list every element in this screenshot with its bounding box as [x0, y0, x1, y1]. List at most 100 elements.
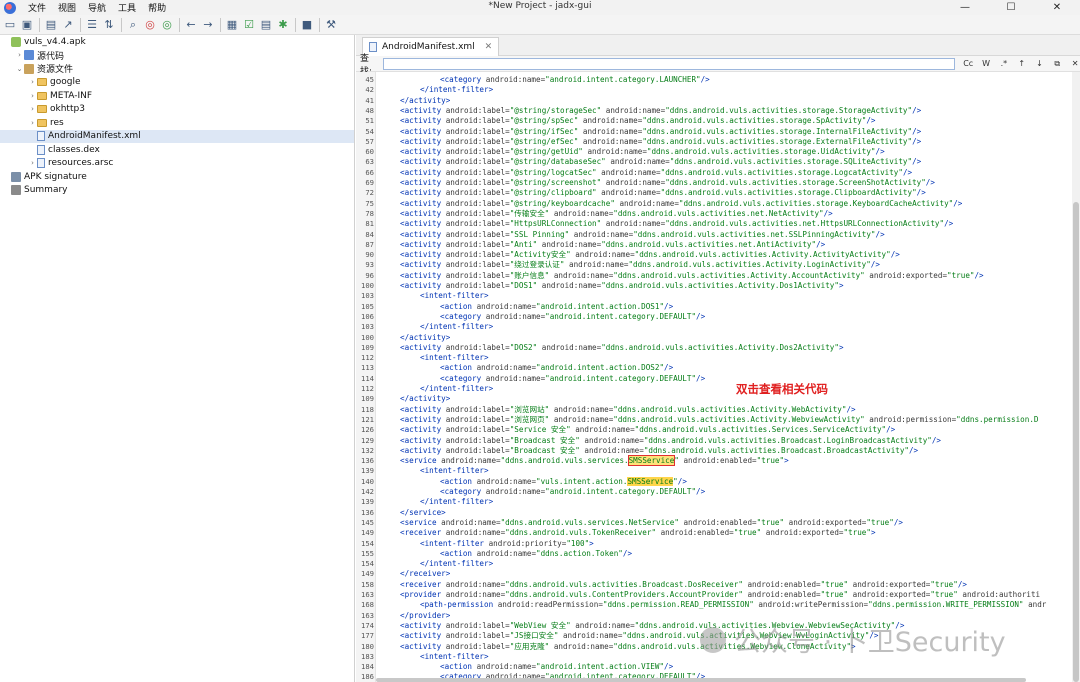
- highlighted-smsservice[interactable]: SMSService: [627, 455, 676, 467]
- menu-tools[interactable]: 工具: [118, 1, 136, 14]
- close-window-button[interactable]: ✕: [1034, 0, 1080, 15]
- preferences-icon[interactable]: ⚒: [324, 18, 338, 32]
- code-line[interactable]: <receiver android:name="ddns.android.vul…: [380, 528, 876, 538]
- code-line[interactable]: <activity android:label="Anti" android:n…: [380, 240, 825, 250]
- quark-icon[interactable]: ▦: [225, 18, 239, 32]
- code-editor[interactable]: 45 42 41 48 51 54 57 60 63 66 69 72 75 78 81 84 87 90 93 96…: [356, 72, 1072, 682]
- tab-androidmanifest[interactable]: AndroidManifest.xml ✕: [362, 37, 500, 56]
- code-line[interactable]: </service>: [380, 508, 446, 518]
- code-line[interactable]: <activity android:label="Broadcast 安全" a…: [380, 446, 918, 456]
- code-line[interactable]: <activity android:label="@string/keyboar…: [380, 199, 962, 209]
- code-line[interactable]: <action android:name="vuls.intent.action…: [380, 476, 687, 487]
- code-line[interactable]: <category android:name="android.intent.c…: [380, 487, 705, 497]
- code-line[interactable]: <action android:name="android.intent.act…: [380, 302, 673, 312]
- code-line[interactable]: <service android:name="ddns.android.vuls…: [380, 455, 789, 467]
- code-line[interactable]: <intent-filter>: [380, 353, 489, 363]
- expand-chevron-icon[interactable]: ›: [28, 92, 37, 100]
- vertical-scrollbar-thumb[interactable]: [1073, 202, 1079, 682]
- open-folder-icon[interactable]: ▭: [3, 18, 17, 32]
- code-line[interactable]: <category android:name="android.intent.c…: [380, 75, 710, 85]
- expand-chevron-icon[interactable]: ›: [28, 105, 37, 113]
- whole-word-toggle[interactable]: W: [981, 59, 991, 68]
- horizontal-scrollbar[interactable]: [376, 678, 1026, 682]
- search-input[interactable]: [382, 57, 956, 70]
- tree-item[interactable]: Summary: [0, 184, 354, 198]
- code-line[interactable]: <activity android:label="@string/storage…: [380, 106, 921, 116]
- menu-view[interactable]: 视图: [58, 1, 76, 14]
- stop-icon[interactable]: ■: [300, 18, 314, 32]
- minimize-button[interactable]: —: [942, 0, 988, 15]
- tree-item[interactable]: APK signature: [0, 170, 354, 184]
- tree-item[interactable]: › okhttp3: [0, 103, 354, 117]
- code-line[interactable]: <category android:name="android.intent.c…: [380, 374, 705, 384]
- code-line[interactable]: <provider android:name="ddns.android.vul…: [380, 590, 1040, 600]
- expand-chevron-icon[interactable]: ›: [28, 159, 37, 167]
- tree-item[interactable]: › 源代码: [0, 49, 354, 63]
- tree-item[interactable]: classes.dex: [0, 143, 354, 157]
- maximize-button[interactable]: ☐: [988, 0, 1034, 15]
- code-line[interactable]: </intent-filter>: [380, 559, 493, 569]
- code-line[interactable]: </intent-filter>: [380, 497, 493, 507]
- tree-item[interactable]: › resources.arsc: [0, 157, 354, 171]
- find-next-icon[interactable]: ↓: [1035, 59, 1045, 68]
- code-line[interactable]: <receiver android:name="ddns.android.vul…: [380, 580, 967, 590]
- menu-file[interactable]: 文件: [28, 1, 46, 14]
- code-line[interactable]: <activity android:label="Broadcast 安全" a…: [380, 436, 941, 446]
- code-line[interactable]: </intent-filter>: [380, 384, 493, 394]
- code-line[interactable]: <service android:name="ddns.android.vuls…: [380, 518, 903, 528]
- tree-item[interactable]: › META-INF: [0, 89, 354, 103]
- tab-close-icon[interactable]: ✕: [485, 42, 493, 52]
- code-line[interactable]: <intent-filter>: [380, 466, 489, 476]
- code-line[interactable]: <activity android:label="@string/clipboa…: [380, 188, 926, 198]
- menu-help[interactable]: 帮助: [148, 1, 166, 14]
- code-line[interactable]: <action android:name="android.intent.act…: [380, 363, 673, 373]
- code-line[interactable]: <activity android:label="HttpsURLConnect…: [380, 219, 953, 229]
- tree-item[interactable]: AndroidManifest.xml: [0, 129, 354, 143]
- bug-icon[interactable]: ✱: [276, 18, 290, 32]
- find-previous-icon[interactable]: ↑: [1017, 59, 1027, 68]
- code-line[interactable]: <activity android:label="Service 安全" and…: [380, 425, 895, 435]
- regex-toggle[interactable]: .*: [999, 59, 1009, 68]
- code-line[interactable]: </intent-filter>: [380, 85, 493, 95]
- tree-item[interactable]: › res: [0, 116, 354, 130]
- tree-item[interactable]: ⌄ 资源文件: [0, 62, 354, 76]
- expand-chevron-icon[interactable]: ›: [28, 78, 37, 86]
- usage-search-icon[interactable]: ◎: [160, 18, 174, 32]
- close-search-icon[interactable]: ✕: [1070, 59, 1080, 68]
- expand-chevron-icon[interactable]: ›: [28, 119, 37, 127]
- code-line[interactable]: <activity android:label="DOS1" android:n…: [380, 281, 844, 291]
- add-files-icon[interactable]: ▣: [20, 18, 34, 32]
- mark-all-icon[interactable]: ⧉: [1052, 59, 1062, 69]
- code-line[interactable]: <activity android:label="@string/spSec" …: [380, 116, 876, 126]
- export-icon[interactable]: ↗: [61, 18, 75, 32]
- flatten-packages-icon[interactable]: ☰: [85, 18, 99, 32]
- match-case-toggle[interactable]: Cc: [963, 59, 973, 68]
- code-line[interactable]: <activity android:label="@string/efSec" …: [380, 137, 921, 147]
- code-line[interactable]: <activity android:label="传输安全" android:n…: [380, 209, 833, 219]
- code-line[interactable]: <path-permission android:readPermission=…: [380, 600, 1046, 610]
- code-line[interactable]: </activity>: [380, 394, 450, 404]
- code-line[interactable]: <activity android:label="浏览网站" android:n…: [380, 405, 856, 415]
- class-search-icon[interactable]: ◎: [143, 18, 157, 32]
- code-line[interactable]: <activity android:label="SSL Pinning" an…: [380, 230, 885, 240]
- code-line[interactable]: </intent-filter>: [380, 322, 493, 332]
- code-line[interactable]: <action android:name="ddns.action.Token"…: [380, 549, 632, 559]
- code-line[interactable]: <intent-filter>: [380, 291, 489, 301]
- code-line[interactable]: <activity android:label="绕过登录认证" android…: [380, 260, 880, 270]
- code-line[interactable]: <activity android:label="@string/ifSec" …: [380, 127, 921, 137]
- code-line[interactable]: <activity android:label="@string/logcatS…: [380, 168, 912, 178]
- code-line[interactable]: </receiver>: [380, 569, 450, 579]
- code-line[interactable]: </provider>: [380, 611, 450, 621]
- search-icon[interactable]: ⌕: [126, 18, 140, 32]
- code-line[interactable]: <intent-filter>: [380, 652, 489, 662]
- sync-icon[interactable]: ⇅: [102, 18, 116, 32]
- code-line[interactable]: <activity android:label="Activity安全" and…: [380, 250, 900, 260]
- code-line[interactable]: <category android:name="android.intent.c…: [380, 312, 705, 322]
- code-line[interactable]: </activity>: [380, 96, 450, 106]
- code-line[interactable]: <activity android:label="账户信息" android:n…: [380, 271, 984, 281]
- deobfuscation-icon[interactable]: ☑: [242, 18, 256, 32]
- tree-item[interactable]: vuls_v4.4.apk: [0, 35, 354, 49]
- code-line[interactable]: <activity android:label="@string/screens…: [380, 178, 935, 188]
- highlighted-smsservice[interactable]: SMSService: [627, 476, 674, 486]
- expand-chevron-icon[interactable]: ⌄: [15, 65, 24, 73]
